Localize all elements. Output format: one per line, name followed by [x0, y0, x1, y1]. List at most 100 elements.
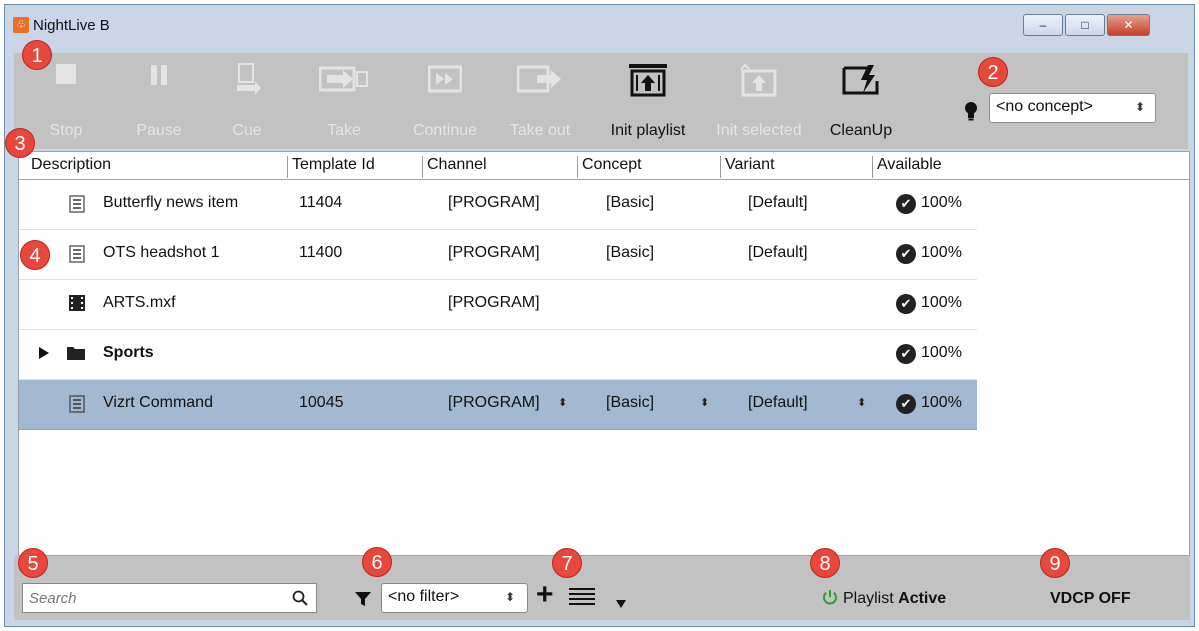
stop-icon	[56, 64, 76, 84]
row-concept: [Basic]	[606, 194, 655, 211]
callout-badge: 8	[810, 548, 840, 578]
continue-icon	[428, 65, 462, 93]
callout-badge: 7	[552, 548, 582, 578]
callout-badge: 2	[978, 57, 1008, 87]
title-bar: ♧ NightLive B – □ ✕	[5, 5, 1194, 53]
table-header: Description Template Id Channel Concept …	[19, 152, 1189, 180]
search-icon[interactable]	[292, 590, 308, 606]
take-out-button[interactable]: Take out	[498, 53, 582, 149]
table-row[interactable]: Sports ✔ 100%	[19, 330, 977, 380]
filter-select-value: <no filter>	[388, 588, 460, 605]
chevron-down-icon[interactable]	[616, 600, 626, 608]
init-playlist-button[interactable]: Init playlist	[592, 53, 704, 149]
callout-badge: 5	[18, 548, 48, 578]
minimize-button[interactable]: –	[1023, 14, 1063, 36]
take-out-label: Take out	[509, 122, 571, 139]
continue-label: Continue	[412, 122, 478, 139]
callout-badge: 3	[5, 128, 35, 158]
row-variant: [Default]	[748, 244, 808, 261]
column-header-description[interactable]: Description	[27, 156, 111, 178]
toolbar: Stop Pause Cue Take Continue Take out In…	[14, 53, 1188, 149]
init-playlist-label: Init playlist	[610, 122, 686, 139]
callout-badge: 4	[20, 240, 50, 270]
column-header-variant[interactable]: Variant	[720, 156, 775, 178]
take-out-icon	[517, 65, 561, 93]
available-check-icon: ✔	[896, 244, 916, 264]
row-template-id: 10045	[299, 394, 344, 411]
channel-spinner-icon[interactable]: ⬍	[558, 396, 567, 409]
row-available: 100%	[921, 394, 962, 411]
pause-label: Pause	[136, 122, 182, 139]
row-concept[interactable]: [Basic]	[606, 394, 654, 412]
row-description: Butterfly news item	[103, 194, 239, 211]
available-check-icon: ✔	[896, 194, 916, 214]
row-available: 100%	[921, 244, 962, 261]
variant-spinner-icon[interactable]: ⬍	[857, 396, 866, 409]
restore-button[interactable]: □	[1065, 14, 1105, 36]
window-title: NightLive B	[33, 17, 110, 34]
column-header-concept[interactable]: Concept	[577, 156, 642, 178]
cue-button[interactable]: Cue	[220, 53, 274, 149]
concept-select[interactable]: <no concept> ⬍	[989, 93, 1156, 123]
list-view-icon[interactable]	[569, 587, 595, 607]
table-row-selected[interactable]: Vizrt Command 10045 [PROGRAM] ⬍ [Basic] …	[19, 380, 977, 430]
close-button[interactable]: ✕	[1107, 14, 1150, 36]
concept-spinner-icon[interactable]: ⬍	[700, 396, 709, 409]
continue-button[interactable]: Continue	[400, 53, 490, 149]
cleanup-icon	[842, 65, 879, 95]
init-selected-button[interactable]: Init selected	[704, 53, 814, 149]
callout-badge: 1	[22, 40, 52, 70]
filter-select[interactable]: <no filter> ⬍	[381, 583, 528, 613]
row-channel: [PROGRAM]	[448, 194, 540, 211]
take-icon	[319, 66, 368, 92]
template-icon	[69, 395, 85, 413]
init-selected-label: Init selected	[716, 122, 802, 139]
search-field[interactable]	[22, 583, 317, 613]
column-header-channel[interactable]: Channel	[422, 156, 487, 178]
row-channel[interactable]: [PROGRAM]	[448, 394, 540, 412]
take-label: Take	[327, 122, 361, 139]
pause-button[interactable]: Pause	[128, 53, 190, 149]
cue-label: Cue	[232, 122, 262, 139]
column-header-template-id[interactable]: Template Id	[287, 156, 375, 178]
table-row[interactable]: OTS headshot 1 11400 [PROGRAM] [Basic] […	[19, 230, 977, 280]
row-template-id: 11404	[299, 194, 343, 211]
status-bar: <no filter> ⬍ + Playlist Active VDCP OFF	[14, 556, 1190, 620]
available-check-icon: ✔	[896, 394, 916, 414]
select-arrows-icon: ⬍	[1134, 100, 1145, 114]
expand-arrow-icon[interactable]	[39, 347, 49, 359]
cleanup-button[interactable]: CleanUp	[820, 53, 902, 149]
filter-icon	[355, 592, 371, 606]
concept-select-value: <no concept>	[996, 98, 1093, 115]
playlist-label: Playlist	[843, 590, 894, 607]
init-playlist-icon	[629, 64, 667, 97]
app-window: ♧ NightLive B – □ ✕ Stop Pause Cue Take …	[4, 4, 1195, 627]
row-description: Sports	[103, 344, 154, 361]
stop-label: Stop	[49, 122, 83, 139]
power-icon	[823, 590, 837, 605]
callout-badge: 6	[362, 547, 392, 577]
add-item-button[interactable]: +	[536, 580, 554, 610]
template-icon	[69, 245, 85, 263]
playlist-status: Playlist Active	[843, 590, 946, 608]
playlist-table: Description Template Id Channel Concept …	[18, 151, 1190, 556]
lightbulb-icon	[965, 102, 977, 121]
callout-badge: 9	[1040, 548, 1070, 578]
row-description: Vizrt Command	[103, 394, 213, 411]
column-header-available[interactable]: Available	[872, 156, 942, 178]
row-channel: [PROGRAM]	[448, 244, 540, 261]
available-check-icon: ✔	[896, 344, 916, 364]
row-available: 100%	[921, 294, 962, 311]
pause-icon	[151, 65, 167, 85]
app-icon: ♧	[13, 17, 29, 33]
table-row[interactable]: Butterfly news item 11404 [PROGRAM] [Bas…	[19, 180, 977, 230]
row-template-id: 11400	[299, 244, 343, 261]
row-description: OTS headshot 1	[103, 244, 220, 261]
row-variant[interactable]: [Default]	[748, 394, 808, 412]
row-concept: [Basic]	[606, 244, 655, 261]
table-row[interactable]: ARTS.mxf [PROGRAM] ✔ 100%	[19, 280, 977, 330]
row-channel: [PROGRAM]	[448, 294, 540, 311]
cleanup-label: CleanUp	[829, 122, 893, 139]
search-input[interactable]	[27, 585, 277, 611]
take-button[interactable]: Take	[314, 53, 374, 149]
